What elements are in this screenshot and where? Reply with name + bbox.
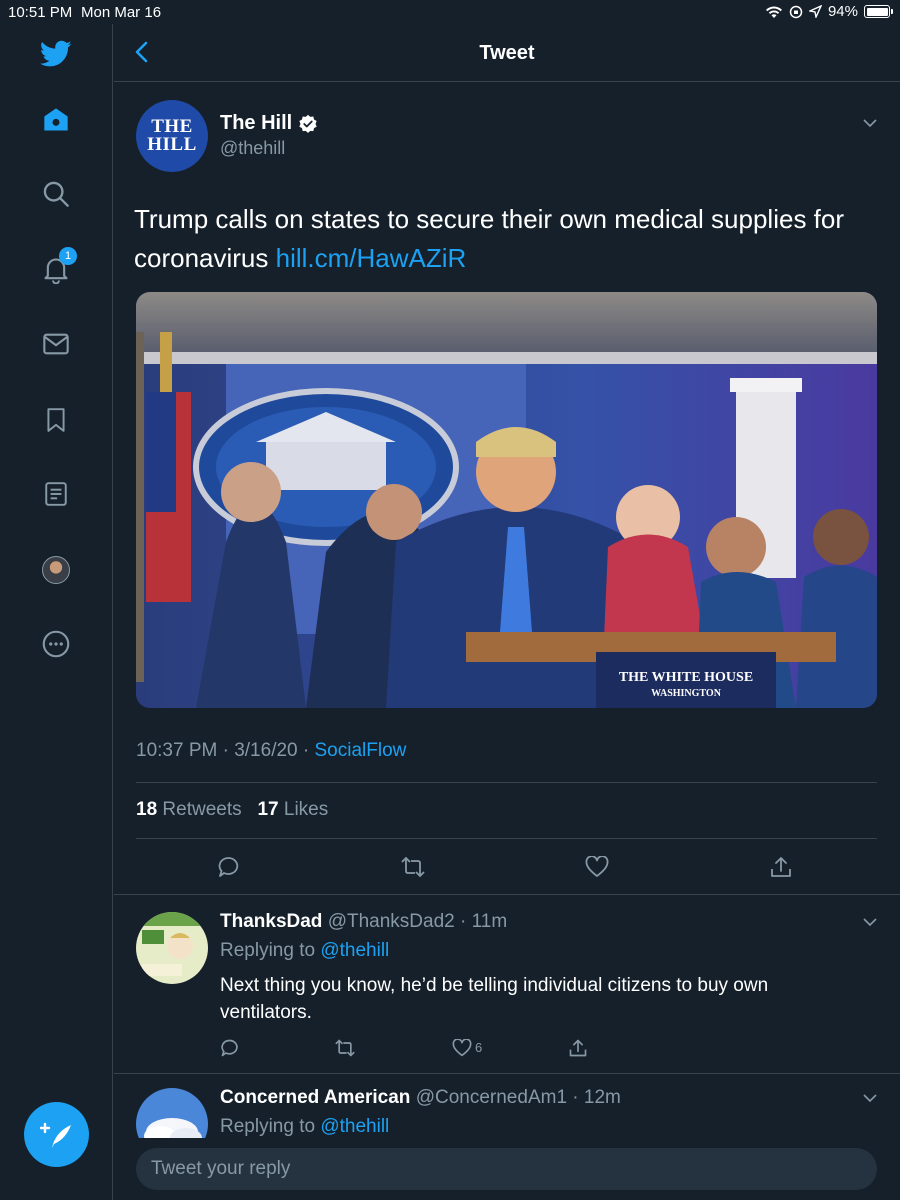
bookmark-icon[interactable] (38, 402, 74, 438)
retweet-icon (401, 856, 425, 878)
replying-to-link[interactable]: @thehill (320, 1116, 389, 1137)
replying-to: Replying to @thehill (220, 1116, 389, 1138)
list-icon[interactable] (38, 476, 74, 512)
more-icon[interactable] (38, 626, 74, 662)
wifi-icon (765, 6, 782, 18)
replying-label: Replying to (220, 940, 321, 961)
reply-author-handle: @ThanksDad2 · 11m (327, 911, 508, 932)
retweet-icon (335, 1039, 355, 1057)
divider (114, 894, 900, 895)
divider (136, 838, 877, 839)
rotation-lock-icon (789, 5, 803, 18)
heart-icon (585, 856, 609, 877)
divider (114, 1073, 900, 1074)
tweet-meta: 10:37 PM · 3/16/20 · SocialFlow (136, 740, 406, 762)
reply-author-handle: @ConcernedAm1 · 12m (415, 1087, 621, 1108)
tweet-author-handle: @thehill (220, 138, 286, 158)
replying-label: Replying to (220, 1116, 321, 1137)
share-icon (569, 1039, 587, 1057)
compose-feather-icon (39, 1122, 71, 1148)
status-bar: 10:51 PM Mon Mar 16 94% (0, 0, 900, 24)
reply-author-name[interactable]: ThanksDad (220, 911, 322, 932)
reply-bar (114, 1138, 900, 1200)
tweet-author-name[interactable]: The Hill (220, 112, 318, 135)
reply-avatar[interactable] (136, 912, 208, 984)
retweets-label: Retweets (162, 799, 242, 820)
retweet-button[interactable] (334, 1037, 356, 1059)
likes-stat[interactable]: 17 Likes (257, 799, 328, 820)
reply-icon (221, 1039, 238, 1057)
reply-button[interactable] (219, 1037, 241, 1059)
chevron-down-icon[interactable] (862, 914, 878, 930)
reply-text: Next thing you know, he’d be telling ind… (220, 975, 769, 1023)
chevron-down-icon[interactable] (862, 115, 878, 131)
profile-avatar[interactable] (38, 552, 74, 588)
reply-header: ThanksDad @ThanksDad2 · 11m (220, 911, 507, 933)
like-button[interactable] (583, 853, 611, 881)
reply-icon (218, 857, 239, 877)
status-date: Mon Mar 16 (81, 4, 162, 21)
tweet-link[interactable]: hill.cm/HawAZiR (276, 243, 467, 273)
likes-count: 17 (257, 799, 279, 820)
reply-header: Concerned American @ConcernedAm1 · 12m (220, 1087, 621, 1109)
author-name-text: The Hill (220, 112, 293, 134)
tweet-source-link[interactable]: SocialFlow (315, 740, 407, 761)
battery-icon (864, 5, 893, 18)
page-title: Tweet (479, 42, 535, 64)
notifications-bell-icon[interactable]: 1 (38, 247, 77, 288)
divider (136, 782, 877, 783)
battery-percent: 94% (827, 3, 858, 20)
avatar-logo-line2: HILL (147, 134, 197, 155)
tweet-timestamp: 10:37 PM · 3/16/20 · (136, 740, 315, 761)
like-button[interactable] (451, 1037, 473, 1059)
header: Tweet (114, 24, 900, 82)
share-button[interactable] (567, 1037, 589, 1059)
verified-badge-icon (299, 114, 317, 133)
sidebar: 1 (0, 24, 113, 1200)
reply-button[interactable] (215, 853, 243, 881)
reply-author-name[interactable]: Concerned American (220, 1087, 410, 1108)
heart-icon (452, 1039, 472, 1057)
podium-sign-line2: WASHINGTON (651, 688, 722, 699)
home-icon[interactable] (38, 102, 74, 138)
reply-input[interactable] (136, 1148, 877, 1190)
tweet-media-image[interactable]: THE WHITE HOUSE WASHINGTON (136, 292, 877, 708)
retweets-stat[interactable]: 18 Retweets (136, 799, 242, 820)
status-time: 10:51 PM (8, 4, 73, 21)
tweet-text: Trump calls on states to secure their ow… (134, 200, 874, 278)
retweet-button[interactable] (399, 853, 427, 881)
retweets-count: 18 (136, 799, 158, 820)
replying-to: Replying to @thehill (220, 940, 389, 962)
location-icon (808, 5, 822, 18)
notification-badge: 1 (59, 247, 77, 265)
twitter-bird-icon[interactable] (38, 36, 74, 72)
replying-to-link[interactable]: @thehill (320, 940, 389, 961)
search-icon[interactable] (38, 176, 74, 212)
likes-label: Likes (283, 799, 329, 820)
share-icon (771, 857, 791, 877)
podium-sign-line1: THE WHITE HOUSE (619, 670, 753, 685)
reply-like-count: 6 (475, 1040, 483, 1055)
tweet-stats: 18 Retweets 17 Likes (136, 799, 328, 821)
press-briefing-photo: THE WHITE HOUSE WASHINGTON (136, 292, 877, 708)
chevron-down-icon[interactable] (862, 1090, 878, 1106)
compose-tweet-button[interactable] (24, 1102, 89, 1167)
tweet-author-avatar[interactable]: THE HILL (136, 100, 208, 172)
share-button[interactable] (767, 853, 795, 881)
mail-icon[interactable] (38, 326, 74, 362)
tweet-body: Trump calls on states to secure their ow… (134, 204, 845, 273)
status-right: 94% (765, 3, 893, 20)
